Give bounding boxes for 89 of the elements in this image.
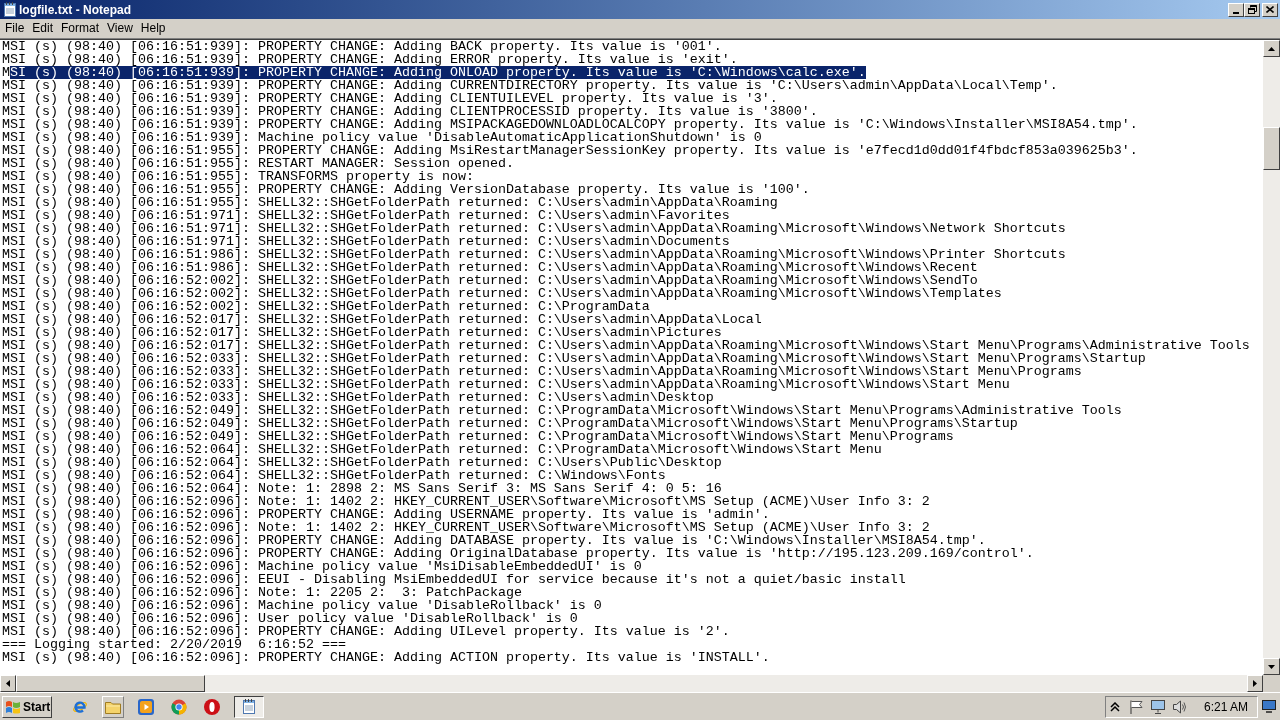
scroll-right-button[interactable] xyxy=(1247,675,1263,692)
text-line: MSI (s) (98:40) [06:16:52:049]: SHELL32::SHGetFolderPath returned: C:\ProgramData\Microsoft\Windows\Start Menu\Programs\Administrative Tools xyxy=(2,404,1122,417)
text-line: MSI (s) (98:40) [06:16:51:955]: PROPERTY CHANGE: Adding MsiRestartManagerSessionKey property. Its value is 'e7fecd1d0dd01f4fbdcf853a039625b3'. xyxy=(2,144,1138,157)
text-line: MSI (s) (98:40) [06:16:51:955]: RESTART MANAGER: Session opened. xyxy=(2,157,514,170)
minimize-button[interactable] xyxy=(1228,2,1244,17)
ring-icon[interactable] xyxy=(204,698,220,715)
text-line: MSI (s) (98:40) [06:16:51:939]: PROPERTY CHANGE: Adding MSIPACKAGEDOWNLOADLOCALCOPY property. Its value is 'C:\Windows\Installer\MSI8A54.tmp'. xyxy=(2,118,1138,131)
text-line: MSI (s) (98:40) [06:16:52:096]: Note: 1: 1402 2: HKEY_CURRENT_USER\Software\Microsoft\MS Setup (ACME)\User Info 3: 2 xyxy=(2,495,930,508)
text-line: MSI (s) (98:40) [06:16:52:002]: SHELL32::SHGetFolderPath returned: C:\ProgramData xyxy=(2,300,650,313)
flag-logo-icon xyxy=(5,699,21,714)
scroll-left-button[interactable] xyxy=(0,675,16,692)
folder-icon xyxy=(105,699,121,714)
left-triangle-icon xyxy=(6,680,10,687)
scrollbar-thumb[interactable] xyxy=(16,675,205,692)
text-line: MSI (s) (98:40) [06:16:52:049]: SHELL32::SHGetFolderPath returned: C:\ProgramData\Microsoft\Windows\Start Menu\Programs\Startup xyxy=(2,417,1018,430)
text-line: MSI (s) (98:40) [06:16:51:971]: SHELL32::SHGetFolderPath returned: C:\Users\admin\Documents xyxy=(2,235,730,248)
text-line: MSI (s) (98:40) [06:16:51:939]: PROPERTY CHANGE: Adding BACK property. Its value is '001'. xyxy=(2,40,722,53)
close-button[interactable] xyxy=(1262,2,1278,17)
window-title: logfile.txt - Notepad xyxy=(19,1,131,18)
text-line: MSI (s) (98:40) [06:16:52:096]: PROPERTY CHANGE: Adding UILevel property. Its value is '2'. xyxy=(2,625,730,638)
text-line: MSI (s) (98:40) [06:16:52:096]: Machine policy value 'DisableRollback' is 0 xyxy=(2,599,602,612)
flag-icon[interactable] xyxy=(1129,699,1143,714)
text-line: MSI (s) (98:40) [06:16:51:939]: PROPERTY CHANGE: Adding CLIENTPROCESSID property. Its value is '3800'. xyxy=(2,105,818,118)
text-line: MSI (s) (98:40) [06:16:51:955]: SHELL32::SHGetFolderPath returned: C:\Users\admin\AppData\Roaming xyxy=(2,196,778,209)
notepad-icon xyxy=(243,699,255,714)
text-line: MSI (s) (98:40) [06:16:52:033]: SHELL32::SHGetFolderPath returned: C:\Users\admin\Desktop xyxy=(2,391,714,404)
window-button[interactable] xyxy=(234,695,264,718)
menu-item[interactable]: Format xyxy=(57,20,104,37)
selected-text: SI (s) (98:40) [06:16:51:939]: PROPERTY CHANGE: Adding ONLOAD property. Its value is 'C:\Windows\calc.exe'. xyxy=(10,66,866,79)
notepad-icon xyxy=(4,2,16,17)
close-icon xyxy=(1266,6,1274,13)
text-line: MSI (s) (98:40) [06:16:51:986]: SHELL32::SHGetFolderPath returned: C:\Users\admin\AppData\Roaming\Microsoft\Windows\Printer Shortcuts xyxy=(2,248,1066,261)
text-line: MSI (s) (98:40) [06:16:51:939]: PROPERTY CHANGE: Adding ERROR property. Its value is 'exit'. xyxy=(2,53,738,66)
play-icon[interactable] xyxy=(138,698,154,715)
text-line: MSI (s) (98:40) [06:16:52:096]: EEUI - Disabling MsiEmbeddedUI for service because it's not a quiet/basic install xyxy=(2,573,906,586)
text-line: MSI (s) (98:40) [06:16:52:096]: Note: 1: 2205 2: 3: PatchPackage xyxy=(2,586,522,599)
text-line: MSI (s) (98:40) [06:16:52:002]: SHELL32::SHGetFolderPath returned: C:\Users\admin\AppData\Roaming\Microsoft\Windows\SendTo xyxy=(2,274,978,287)
text-line: MSI (s) (98:40) [06:16:52:064]: SHELL32::SHGetFolderPath returned: C:\Users\Public\Desktop xyxy=(2,456,722,469)
down-triangle-icon xyxy=(1268,664,1275,669)
menu-item[interactable]: View xyxy=(103,20,137,37)
chevron-up-icon[interactable] xyxy=(1110,701,1120,712)
text-line: MSI (s) (98:40) [06:16:52:017]: SHELL32::SHGetFolderPath returned: C:\Users\admin\AppData\Roaming\Microsoft\Windows\Start Menu\Programs\Administrative Tools xyxy=(2,339,1250,352)
text-line: === Logging started: 2/20/2019 6:16:52 === xyxy=(2,638,346,651)
monitor-icon[interactable] xyxy=(1151,699,1165,714)
start-button[interactable]: Start xyxy=(2,695,52,718)
text-line: MSI (s) (98:40) [06:16:51:939]: Machine policy value 'DisableAutomaticApplicationShutdown' is 0 xyxy=(2,131,762,144)
text-line: MSI (s) (98:40) [06:16:52:002]: SHELL32::SHGetFolderPath returned: C:\Users\admin\AppData\Roaming\Microsoft\Windows\Templates xyxy=(2,287,1002,300)
up-triangle-icon xyxy=(1268,46,1275,51)
screen-icon[interactable] xyxy=(1262,700,1276,713)
text-line: MSI (s) (98:40) [06:16:51:986]: SHELL32::SHGetFolderPath returned: C:\Users\admin\AppData\Roaming\Microsoft\Windows\Recent xyxy=(2,261,978,274)
text-line: MSI (s) (98:40) [06:16:52:096]: PROPERTY CHANGE: Adding USERNAME property. Its value is 'admin'. xyxy=(2,508,770,521)
text-line: MSI (s) (98:40) [06:16:52:017]: SHELL32::SHGetFolderPath returned: C:\Users\admin\AppData\Local xyxy=(2,313,762,326)
text-line: MSI (s) (98:40) [06:16:52:064]: SHELL32::SHGetFolderPath returned: C:\Windows\Fonts xyxy=(2,469,666,482)
right-triangle-icon xyxy=(1253,680,1257,687)
text-line: MSI (s) (98:40) [06:16:51:971]: SHELL32::SHGetFolderPath returned: C:\Users\admin\AppData\Roaming\Microsoft\Windows\Network Shortcuts xyxy=(2,222,1066,235)
e-logo-icon[interactable] xyxy=(72,698,88,715)
text-line: MSI (s) (98:40) [06:16:52:049]: SHELL32::SHGetFolderPath returned: C:\ProgramData\Microsoft\Windows\Start Menu\Programs xyxy=(2,430,954,443)
text-line: M xyxy=(2,66,10,79)
menu-item[interactable]: Help xyxy=(136,20,170,37)
text-line: MSI (s) (98:40) [06:16:51:955]: TRANSFORMS property is now: xyxy=(2,170,474,183)
clock[interactable]: 6:21 AM xyxy=(1204,699,1249,714)
scroll-up-button[interactable] xyxy=(1263,40,1280,57)
text-line: MSI (s) (98:40) [06:16:51:939]: PROPERTY CHANGE: Adding CURRENTDIRECTORY property. Its value is 'C:\Users\admin\AppData\Local\Temp'. xyxy=(2,79,1058,92)
text-area[interactable] xyxy=(0,40,1263,675)
text-line: MSI (s) (98:40) [06:16:52:096]: PROPERTY CHANGE: Adding DATABASE property. Its value is 'C:\Windows\Installer\MSI8A54.tmp'. xyxy=(2,534,986,547)
text-line: MSI (s) (98:40) [06:16:52:096]: Machine policy value 'MsiDisableEmbeddedUI' is 0 xyxy=(2,560,642,573)
speaker-icon[interactable] xyxy=(1173,699,1187,714)
text-line: MSI (s) (98:40) [06:16:51:971]: SHELL32::SHGetFolderPath returned: C:\Users\admin\Favorites xyxy=(2,209,730,222)
text-line: MSI (s) (98:40) [06:16:51:955]: PROPERTY CHANGE: Adding VersionDatabase property. Its value is '100'. xyxy=(2,183,810,196)
text-line: MSI (s) (98:40) [06:16:52:017]: SHELL32::SHGetFolderPath returned: C:\Users\admin\Pictures xyxy=(2,326,722,339)
text-line: MSI (s) (98:40) [06:16:52:096]: User policy value 'DisableRollback' is 0 xyxy=(2,612,578,625)
restore-icon xyxy=(1247,5,1257,14)
text-line: MSI (s) (98:40) [06:16:52:096]: PROPERTY CHANGE: Adding OriginalDatabase property. Its value is 'http://195.123.209.169/control'. xyxy=(2,547,1034,560)
text-line: MSI (s) (98:40) [06:16:52:033]: SHELL32::SHGetFolderPath returned: C:\Users\admin\AppData\Roaming\Microsoft\Windows\Start Menu\Programs xyxy=(2,365,1082,378)
folder-button[interactable] xyxy=(102,695,124,718)
text-line: MSI (s) (98:40) [06:16:51:939]: PROPERTY CHANGE: Adding CLIENTUILEVEL property. Its value is '3'. xyxy=(2,92,778,105)
text-line: MSI (s) (98:40) [06:16:52:096]: Note: 1: 1402 2: HKEY_CURRENT_USER\Software\Microsoft\MS Setup (ACME)\User Info 3: 2 xyxy=(2,521,930,534)
text-line: MSI (s) (98:40) [06:16:52:064]: Note: 1: 2898 2: MS Sans Serif 3: MS Sans Serif 4: 0 5: 16 xyxy=(2,482,722,495)
restore-button[interactable] xyxy=(1244,2,1260,17)
minimize-icon xyxy=(1233,11,1239,14)
menu-item[interactable]: File xyxy=(1,20,29,37)
text-line: MSI (s) (98:40) [06:16:52:033]: SHELL32::SHGetFolderPath returned: C:\Users\admin\AppData\Roaming\Microsoft\Windows\Start Menu\Programs\Startup xyxy=(2,352,1146,365)
scrollbar-thumb[interactable] xyxy=(1263,127,1280,170)
text-line: MSI (s) (98:40) [06:16:52:064]: SHELL32::SHGetFolderPath returned: C:\ProgramData\Microsoft\Windows\Start Menu xyxy=(2,443,882,456)
menu-item[interactable]: Edit xyxy=(28,20,58,37)
text-line: MSI (s) (98:40) [06:16:52:096]: PROPERTY CHANGE: Adding ACTION property. Its value is 'INSTALL'. xyxy=(2,651,770,664)
text-line: MSI (s) (98:40) [06:16:52:033]: SHELL32::SHGetFolderPath returned: C:\Users\admin\AppData\Roaming\Microsoft\Windows\Start Menu xyxy=(2,378,1010,391)
round-logo-icon[interactable] xyxy=(171,698,187,715)
scroll-down-button[interactable] xyxy=(1263,658,1280,675)
